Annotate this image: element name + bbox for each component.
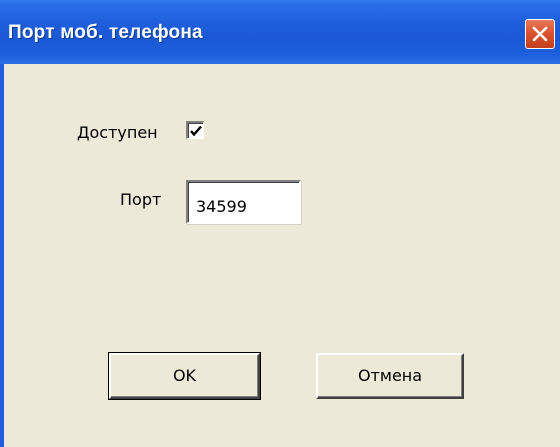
window-frame-left bbox=[0, 64, 4, 447]
port-label: Порт bbox=[120, 190, 162, 209]
cancel-button[interactable]: Отмена bbox=[316, 353, 464, 399]
available-checkbox[interactable] bbox=[186, 121, 204, 139]
ok-button[interactable]: OK bbox=[108, 352, 261, 400]
port-input[interactable] bbox=[186, 180, 301, 224]
dialog-window: Порт моб. телефона Доступен Порт OK Отме… bbox=[0, 0, 560, 447]
close-button[interactable] bbox=[525, 19, 555, 49]
checkmark-icon bbox=[190, 125, 202, 137]
window-title: Порт моб. телефона bbox=[8, 22, 203, 43]
close-icon bbox=[532, 26, 548, 42]
title-bar[interactable]: Порт моб. телефона bbox=[0, 0, 560, 64]
available-label: Доступен bbox=[77, 123, 158, 142]
